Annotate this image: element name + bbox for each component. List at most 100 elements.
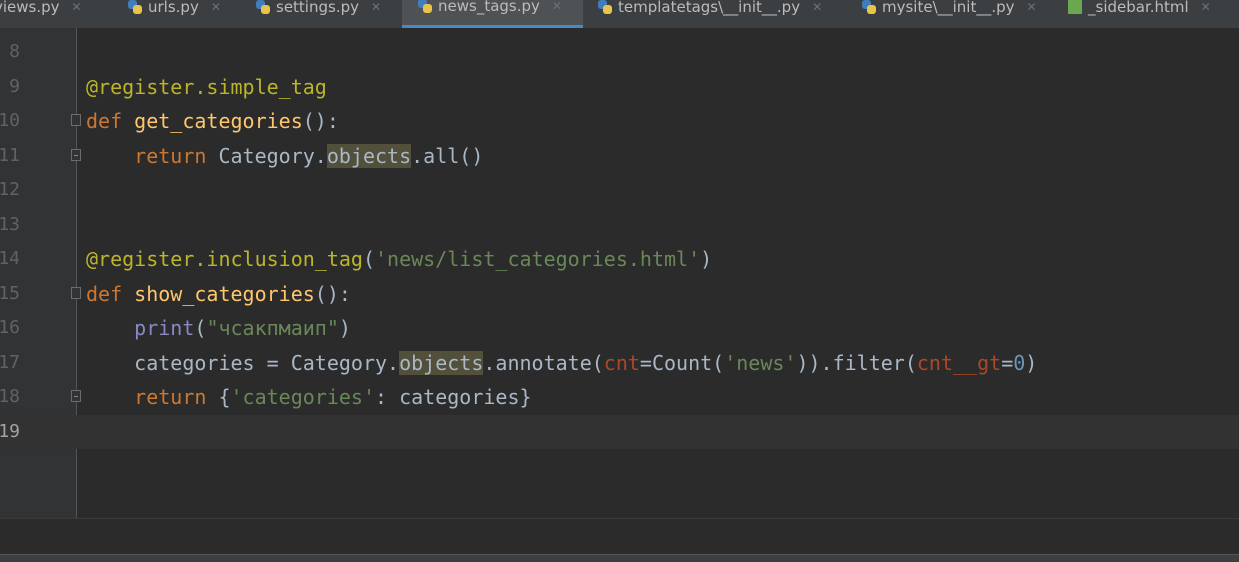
tab-settings-py[interactable]: settings.py ✕	[256, 0, 381, 21]
code-token: )	[1025, 351, 1038, 375]
line-number: 19	[0, 421, 20, 442]
tab-label: _sidebar.html	[1088, 0, 1189, 16]
code-editor[interactable]: 8 9 @register.simple_tag 10 def get_cate…	[0, 28, 1239, 518]
string-literal: 'categories'	[230, 385, 376, 409]
close-icon[interactable]: ✕	[1201, 0, 1211, 14]
editor-tab-bar: views.py ✕ urls.py ✕ settings.py ✕ news_…	[0, 0, 1239, 29]
line-number: 18	[0, 386, 20, 407]
function-name: get_categories	[134, 109, 303, 133]
python-file-icon	[862, 0, 876, 14]
function-name: show_categories	[134, 282, 315, 306]
code-token: .annotate(	[483, 351, 604, 375]
string-literal: 'news'	[724, 351, 797, 375]
decorator: @register.inclusion_tag	[86, 247, 363, 271]
code-line[interactable]: 17 categories = Category.objects.annotat…	[0, 346, 1239, 380]
tab-label: settings.py	[276, 0, 359, 16]
keyword: return	[134, 385, 207, 409]
close-icon[interactable]: ✕	[211, 0, 221, 14]
editor-bottom-panel	[0, 518, 1239, 555]
python-file-icon	[418, 0, 432, 13]
code-line-current[interactable]: 19	[0, 415, 1239, 449]
line-number: 9	[9, 76, 20, 97]
tab-templatetags-init-py[interactable]: templatetags\__init__.py ✕	[598, 0, 822, 21]
builtin-name: print	[134, 316, 195, 340]
tab-mysite-init-py[interactable]: mysite\__init__.py ✕	[862, 0, 1037, 21]
close-icon[interactable]: ✕	[552, 0, 562, 13]
tab-label: news_tags.py	[438, 0, 540, 15]
code-token: )	[700, 247, 713, 271]
code-token: )).filter(	[796, 351, 917, 375]
code-token: (	[362, 247, 375, 271]
code-token: Category.	[206, 144, 327, 168]
close-icon[interactable]: ✕	[371, 0, 381, 14]
line-number: 13	[0, 214, 20, 235]
fold-marker-icon[interactable]	[71, 114, 81, 126]
code-text: def get_categories():	[86, 104, 339, 138]
keyword-argument: cnt__gt	[916, 351, 1002, 375]
code-token: )	[338, 316, 351, 340]
python-file-icon	[256, 0, 270, 14]
code-token: ():	[302, 109, 339, 133]
code-text: def show_categories():	[86, 277, 351, 311]
code-text: @register.inclusion_tag('news/list_categ…	[86, 242, 712, 276]
keyword-argument: cnt	[603, 351, 640, 375]
line-number: 10	[0, 110, 20, 131]
code-token: =	[1001, 351, 1014, 375]
tab-sidebar-html[interactable]: _sidebar.html ✕	[1068, 0, 1211, 21]
code-line[interactable]: 15 def show_categories():	[0, 277, 1239, 311]
fold-marker-icon[interactable]	[71, 287, 81, 299]
fold-end-marker-icon[interactable]	[71, 149, 81, 161]
line-number: 8	[9, 41, 20, 62]
keyword: return	[134, 144, 207, 168]
close-icon[interactable]: ✕	[72, 0, 82, 14]
code-token: : categories}	[375, 385, 532, 409]
string-literal: "чсакпмаип"	[206, 316, 339, 340]
code-line[interactable]: 14 @register.inclusion_tag('news/list_ca…	[0, 242, 1239, 276]
code-token: {	[206, 385, 231, 409]
number-literal: 0	[1013, 351, 1026, 375]
tab-label: templatetags\__init__.py	[618, 0, 801, 16]
line-number: 14	[0, 248, 20, 269]
code-text: return {'categories': categories}	[86, 380, 532, 414]
code-line[interactable]: 13	[0, 208, 1239, 242]
code-text: @register.simple_tag	[86, 70, 327, 104]
code-line[interactable]: 10 def get_categories():	[0, 104, 1239, 138]
tab-label: views.py	[0, 0, 60, 16]
code-text: categories = Category.objects.annotate(c…	[86, 346, 1037, 380]
code-token: .all()	[411, 144, 484, 168]
code-line[interactable]: 9 @register.simple_tag	[0, 70, 1239, 104]
code-token: ():	[314, 282, 351, 306]
code-token: =Count(	[639, 351, 725, 375]
line-number: 16	[0, 317, 20, 338]
code-line[interactable]: 8	[0, 35, 1239, 69]
tab-label: urls.py	[148, 0, 199, 16]
tab-label: mysite\__init__.py	[882, 0, 1015, 16]
code-text: print("чсакпмаип")	[86, 311, 351, 345]
decorator: @register.simple_tag	[86, 75, 327, 99]
close-icon[interactable]: ✕	[812, 0, 822, 14]
line-number: 12	[0, 179, 20, 200]
code-token: (	[194, 316, 207, 340]
code-text: return Category.objects.all()	[86, 139, 483, 173]
tab-urls-py[interactable]: urls.py ✕	[128, 0, 221, 21]
fold-end-marker-icon[interactable]	[71, 390, 81, 402]
tab-views-py[interactable]: views.py ✕	[0, 0, 82, 21]
python-file-icon	[598, 0, 612, 14]
line-number: 17	[0, 352, 20, 373]
code-line[interactable]: 16 print("чсакпмаип")	[0, 311, 1239, 345]
code-token: categories = Category.	[86, 351, 400, 375]
code-line[interactable]: 11 return Category.objects.all()	[0, 139, 1239, 173]
python-file-icon	[128, 0, 142, 14]
tab-news-tags-py[interactable]: news_tags.py ✕	[402, 0, 583, 28]
line-number: 15	[0, 283, 20, 304]
code-line[interactable]: 12	[0, 173, 1239, 207]
line-number: 11	[0, 145, 20, 166]
string-literal: 'news/list_categories.html'	[375, 247, 701, 271]
code-line[interactable]: 18 return {'categories': categories}	[0, 380, 1239, 414]
close-icon[interactable]: ✕	[1027, 0, 1037, 14]
